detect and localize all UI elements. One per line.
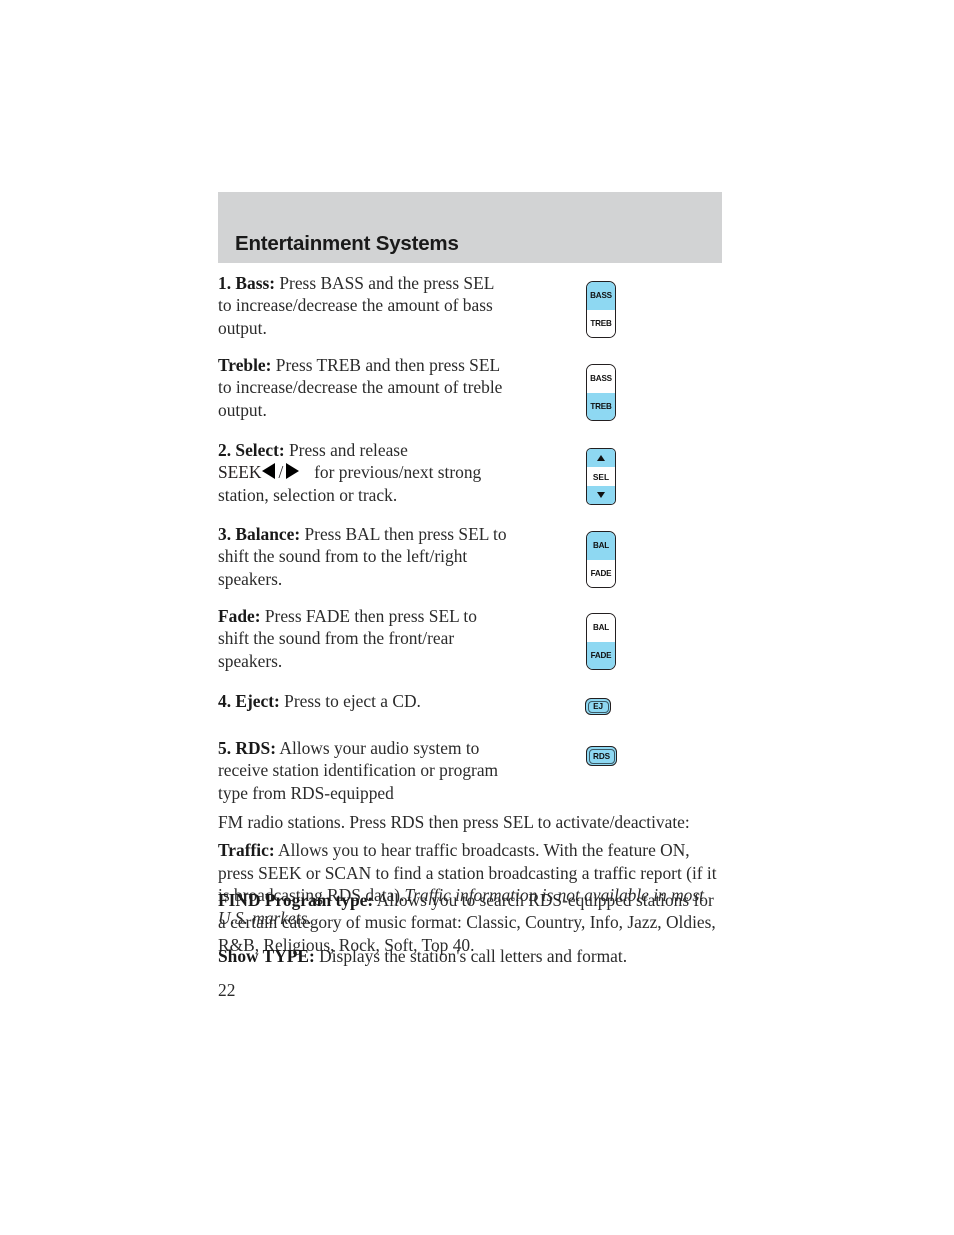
bal-button-segment[interactable]: BAL [587,532,615,560]
section-balance-term: Balance: [235,524,301,544]
button-illustration-bass: BASS TREB [586,281,616,338]
button-illustration-select: SEL [586,448,616,505]
bass-button-segment[interactable]: BASS [587,365,615,393]
section-balance: 3. Balance: Press BAL then press SEL to … [218,523,508,590]
eject-button[interactable]: EJ [585,698,611,715]
section-traffic-term: Traffic: [218,840,275,861]
fade-button-segment[interactable]: FADE [587,641,615,669]
page-title: Entertainment Systems [235,232,459,255]
eject-button-label: EJ [587,700,609,713]
section-rds-term: RDS: [235,738,276,758]
section-select-number: 2. [218,440,232,460]
manual-page: Entertainment Systems 1. Bass: Press BAS… [0,0,954,1235]
triangle-right-icon [286,463,300,480]
section-fade: Fade: Press FADE then press SEL to shift… [218,605,508,672]
section-rds: 5. RDS: Allows your audio system to rece… [218,737,508,804]
rds-button-label: RDS [588,748,615,764]
treble-button-segment[interactable]: TREB [587,309,615,337]
section-eject-term: Eject: [235,691,280,711]
section-rds-number: 5. [218,738,232,758]
section-balance-number: 3. [218,524,232,544]
section-bass: 1. Bass: Press BASS and the press SEL to… [218,272,508,339]
seek-up-button[interactable] [587,449,615,467]
section-bass-term: Bass: [235,273,276,293]
section-treble-term: Treble: [218,355,272,375]
button-illustration-eject: EJ [585,698,611,715]
section-show-type: Show TYPE: Displays the station's call l… [218,945,724,967]
bal-button-segment[interactable]: BAL [587,614,615,642]
treble-button-segment[interactable]: TREB [587,392,615,420]
page-number: 22 [218,980,236,1000]
section-show-type-text: Displays the station's call letters and … [314,946,628,966]
section-rds-continued-text: FM radio stations. Press RDS then press … [218,812,690,832]
section-fade-term: Fade: [218,606,261,626]
button-illustration-balance: BAL FADE [586,531,616,588]
rds-button[interactable]: RDS [586,746,617,766]
section-select-text: Press and release [284,440,408,460]
section-show-type-term: Show TYPE: [218,946,315,966]
triangle-left-icon [262,463,276,480]
section-find-term: FIND Program type: [218,890,374,910]
section-eject-text: Press to eject a CD. [279,691,421,711]
button-illustration-rds: RDS [586,746,617,766]
triangle-down-icon [597,492,605,498]
fade-button-segment[interactable]: FADE [587,559,615,587]
bass-button-segment[interactable]: BASS [587,282,615,310]
section-eject-number: 4. [218,691,232,711]
section-select-term: Select: [235,440,285,460]
seek-down-button[interactable] [587,486,615,504]
sel-button[interactable]: SEL [587,467,615,486]
button-illustration-fade: BAL FADE [586,613,616,670]
page-header-banner: Entertainment Systems [218,192,722,263]
section-select: 2. Select: Press and release SEEK / SEEK… [218,439,508,506]
section-bass-number: 1. [218,273,232,293]
triangle-up-icon [597,455,605,461]
section-eject: 4. Eject: Press to eject a CD. [218,690,508,712]
section-treble: Treble: Press TREB and then press SEL to… [218,354,508,421]
button-illustration-treble: BASS TREB [586,364,616,421]
